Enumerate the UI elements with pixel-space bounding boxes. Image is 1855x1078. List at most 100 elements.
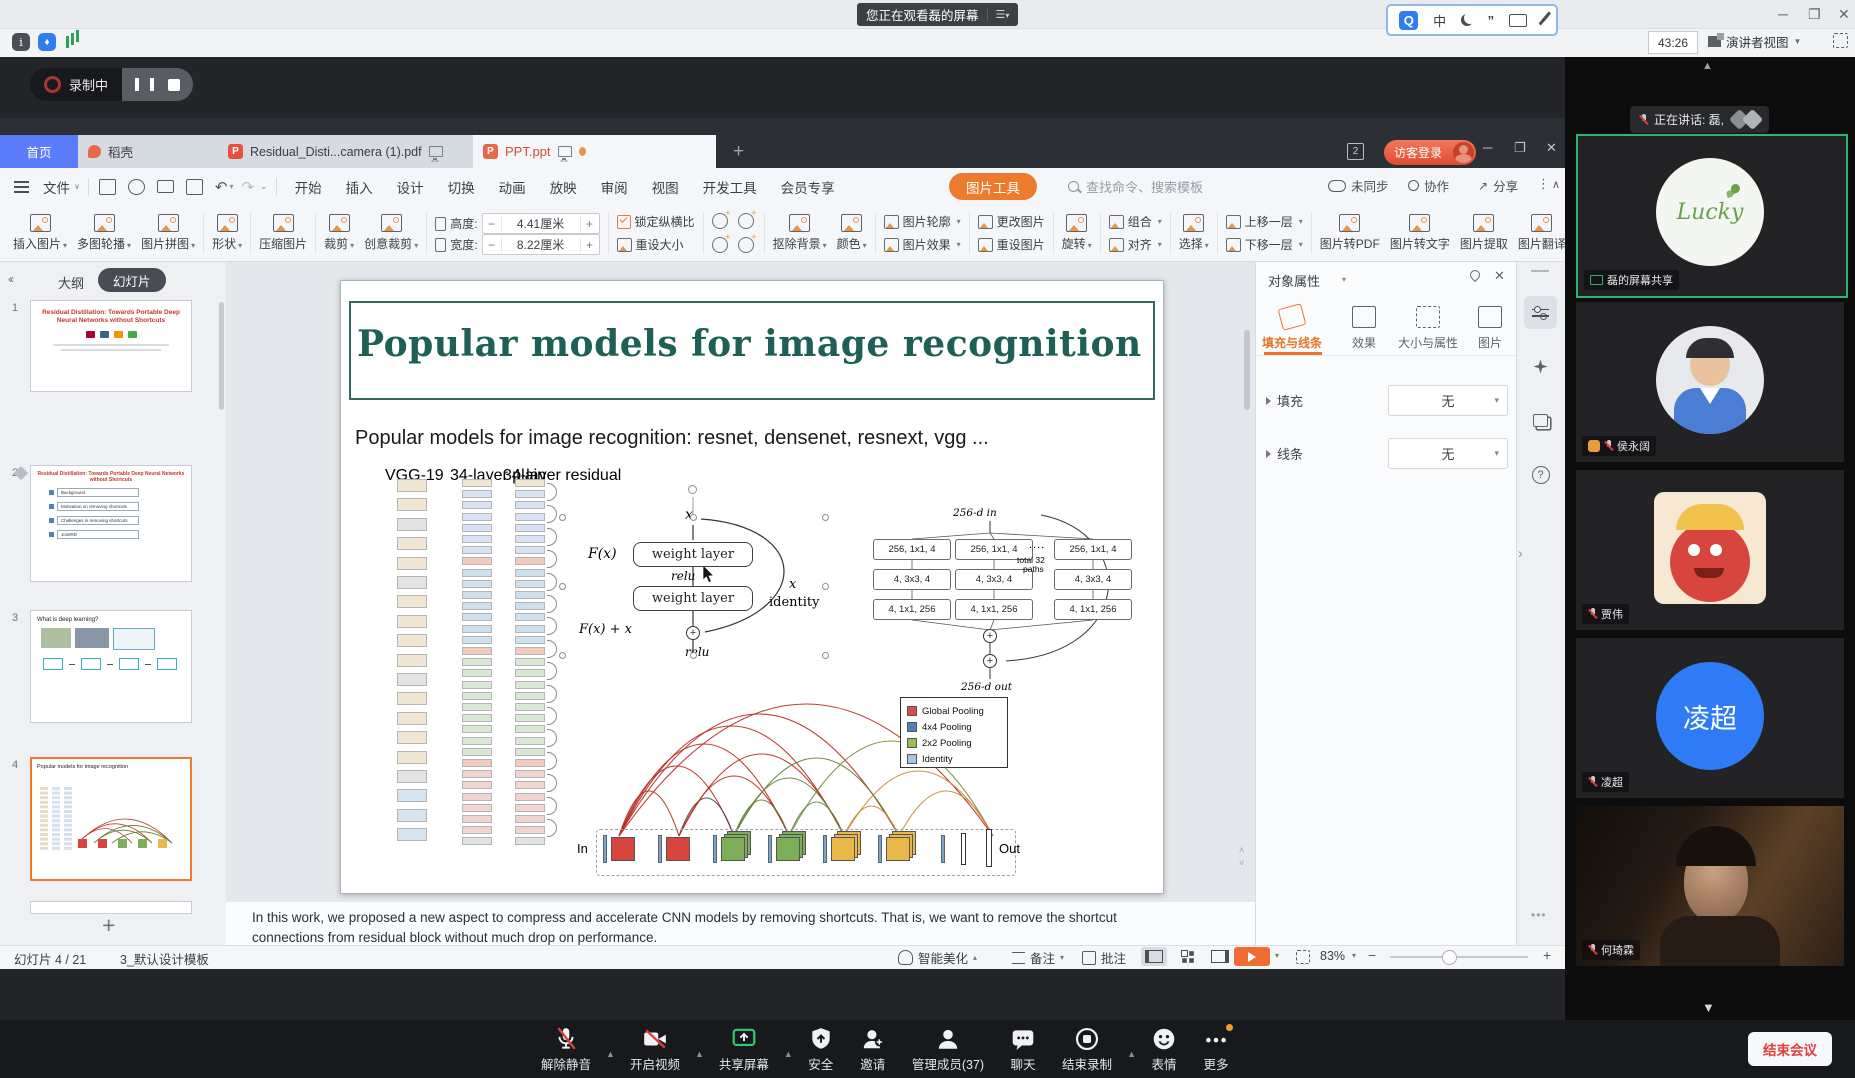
meeting-开启视频-button[interactable]: 开启视频 [617,1026,693,1073]
file-menu[interactable]: 文件 [43,177,70,197]
more-commands-icon[interactable]: ⌄ [260,181,268,192]
slide-thumbnail-4[interactable]: Popular models for image recognition [30,757,192,881]
adjust-icon[interactable] [738,213,754,229]
banner-menu-icon[interactable]: ☰▾ [987,8,1010,21]
os-close-button[interactable]: ✕ [1838,7,1850,21]
signal-bars-icon[interactable] [66,36,69,48]
new-slide-button[interactable]: + [102,912,115,939]
zoom-in-button[interactable]: + [1543,947,1551,963]
zoom-slider-track[interactable] [1390,956,1528,958]
rail-mirror-button[interactable] [1524,404,1557,437]
increment-button[interactable]: + [580,217,599,231]
selection-handle[interactable] [822,652,829,659]
tab-pdf-document[interactable]: P Residual_Disti...camera (1).pdf [218,135,473,168]
split-caret-icon[interactable]: ▲ [782,1049,795,1059]
slideshow-play-button[interactable] [1234,947,1270,966]
wps-restore-button[interactable]: ❐ [1514,140,1526,156]
ime-punct-icon[interactable]: ” [1488,13,1495,28]
picture-tools-tab[interactable]: 图片工具 [949,173,1037,200]
participant-tile-2[interactable]: 侯永阔 [1576,302,1844,462]
view-mode-selector[interactable]: 演讲者视图 ▼ [1708,31,1801,52]
meeting-共享屏幕-button[interactable]: 共享屏幕 [706,1026,782,1073]
participant-tile-3[interactable]: 贾伟 [1576,470,1844,630]
sorter-view-button[interactable] [1174,947,1200,966]
selection-handle[interactable] [559,652,566,659]
print-icon[interactable] [157,180,174,193]
decrement-button[interactable]: − [483,238,502,252]
participant-tile-1[interactable]: Lucky磊的屏幕共享 [1576,134,1848,298]
meeting-结束录制-button[interactable]: 结束录制 [1049,1026,1125,1073]
sync-status[interactable]: 未同步 [1328,176,1389,195]
undo-icon[interactable]: ↶ [215,178,228,196]
collab-button[interactable]: 协作 [1408,176,1449,195]
rail-more-icon[interactable]: ••• [1531,908,1547,922]
高度:-stepper[interactable]: −4.41厘米+ [482,213,600,234]
toolbar-锁定纵横比[interactable]: 锁定纵横比 [617,213,695,230]
decrement-button[interactable]: − [483,217,502,231]
fill-dropdown[interactable]: 无▾ [1388,385,1508,416]
selection-handle[interactable] [822,583,829,590]
toolbar-创意裁剪[interactable]: 创意裁剪▾ [359,207,423,259]
ime-wrench-icon[interactable] [1538,14,1548,25]
meeting-邀请-button[interactable]: 邀请 [847,1026,899,1073]
tab-docer[interactable]: 稻壳 [78,135,218,168]
meeting-更多-button[interactable]: 更多 [1190,1026,1242,1073]
toolbar-图片转PDF[interactable]: 图片转PDF [1315,207,1385,259]
canvas-scrollbar[interactable] [1244,330,1250,410]
ime-logo-icon[interactable]: Q [1399,11,1418,30]
hamburger-icon[interactable] [14,181,29,183]
slide-thumbnail-3[interactable]: What is deep learning? [30,610,192,723]
selection-handle[interactable] [559,514,566,521]
template-name[interactable]: 3_默认设计模板 [120,949,209,968]
os-minimize-button[interactable]: ─ [1778,7,1788,21]
split-caret-icon[interactable]: ▲ [1125,1049,1138,1059]
toolbar-图片提取[interactable]: 图片提取 [1455,207,1513,259]
toolbar-对齐[interactable]: 对齐▾ [1109,236,1162,253]
menu-审阅[interactable]: 审阅 [589,177,640,197]
toolbar-重设大小[interactable]: 重设大小 [617,236,695,253]
menu-插入[interactable]: 插入 [334,177,385,197]
toolbar-重设图片[interactable]: 重设图片 [978,236,1045,253]
menu-动画[interactable]: 动画 [487,177,538,197]
selection-handle[interactable] [690,652,697,659]
slides-tab[interactable]: 幻灯片 [98,268,166,292]
split-caret-icon[interactable]: ▲ [693,1049,706,1059]
outline-tab[interactable]: 大纲 [58,273,84,292]
slide-thumbnail-2[interactable]: Residual Distillation: Towards Portable … [30,465,192,582]
adjust-icon[interactable] [712,213,728,229]
toolbar-图片转文字[interactable]: 图片转文字 [1385,207,1455,259]
selection-handle[interactable] [822,514,829,521]
adjust-icon[interactable] [738,237,754,253]
new-tab-button[interactable]: + [733,141,744,163]
宽度:-stepper[interactable]: −8.22厘米+ [482,234,600,255]
tab-picture[interactable]: 图片 [1478,306,1502,351]
ime-moon-icon[interactable] [1461,14,1473,26]
collapse-ribbon-icon[interactable]: ∧ [1552,178,1560,191]
meeting-聊天-button[interactable]: 聊天 [997,1026,1049,1073]
toolbar-更改图片[interactable]: 更改图片 [978,213,1045,230]
menu-开发工具[interactable]: 开发工具 [691,177,769,197]
search-box[interactable]: 查找命令、搜索模板 [1068,177,1203,196]
save-icon[interactable] [99,179,116,195]
participant-tile-4[interactable]: 凌超凌超 [1576,638,1844,798]
beautify-button[interactable]: 智能美化 ▴ [898,948,977,967]
selection-handle[interactable] [559,583,566,590]
menu-会员专享[interactable]: 会员专享 [769,177,847,197]
reading-view-button[interactable] [1207,947,1233,966]
export-icon[interactable] [128,179,145,195]
fullscreen-icon[interactable] [1833,33,1848,48]
prev-slide-arrow-icon[interactable]: ˄ [1239,845,1244,855]
ime-toolbar[interactable]: Q 中 ” [1386,4,1558,36]
zoom-out-button[interactable]: − [1368,947,1376,963]
line-section-header[interactable]: 线条 [1266,444,1303,463]
tab-size-and-properties[interactable]: 大小与属性 [1398,306,1458,351]
zoom-level[interactable]: 83% [1320,949,1345,963]
close-panel-icon[interactable]: ✕ [1494,268,1505,284]
print-preview-icon[interactable] [186,179,203,195]
rail-beautify-button[interactable] [1524,350,1557,383]
tab-effects[interactable]: 效果 [1352,306,1376,351]
toolbar-抠除背景[interactable]: 抠除背景▾ [768,207,832,259]
slide-canvas[interactable]: Popular models for image recognition Pop… [340,280,1164,894]
next-slide-arrow-icon[interactable]: ˅ [1239,858,1244,868]
line-dropdown[interactable]: 无▾ [1388,438,1508,469]
